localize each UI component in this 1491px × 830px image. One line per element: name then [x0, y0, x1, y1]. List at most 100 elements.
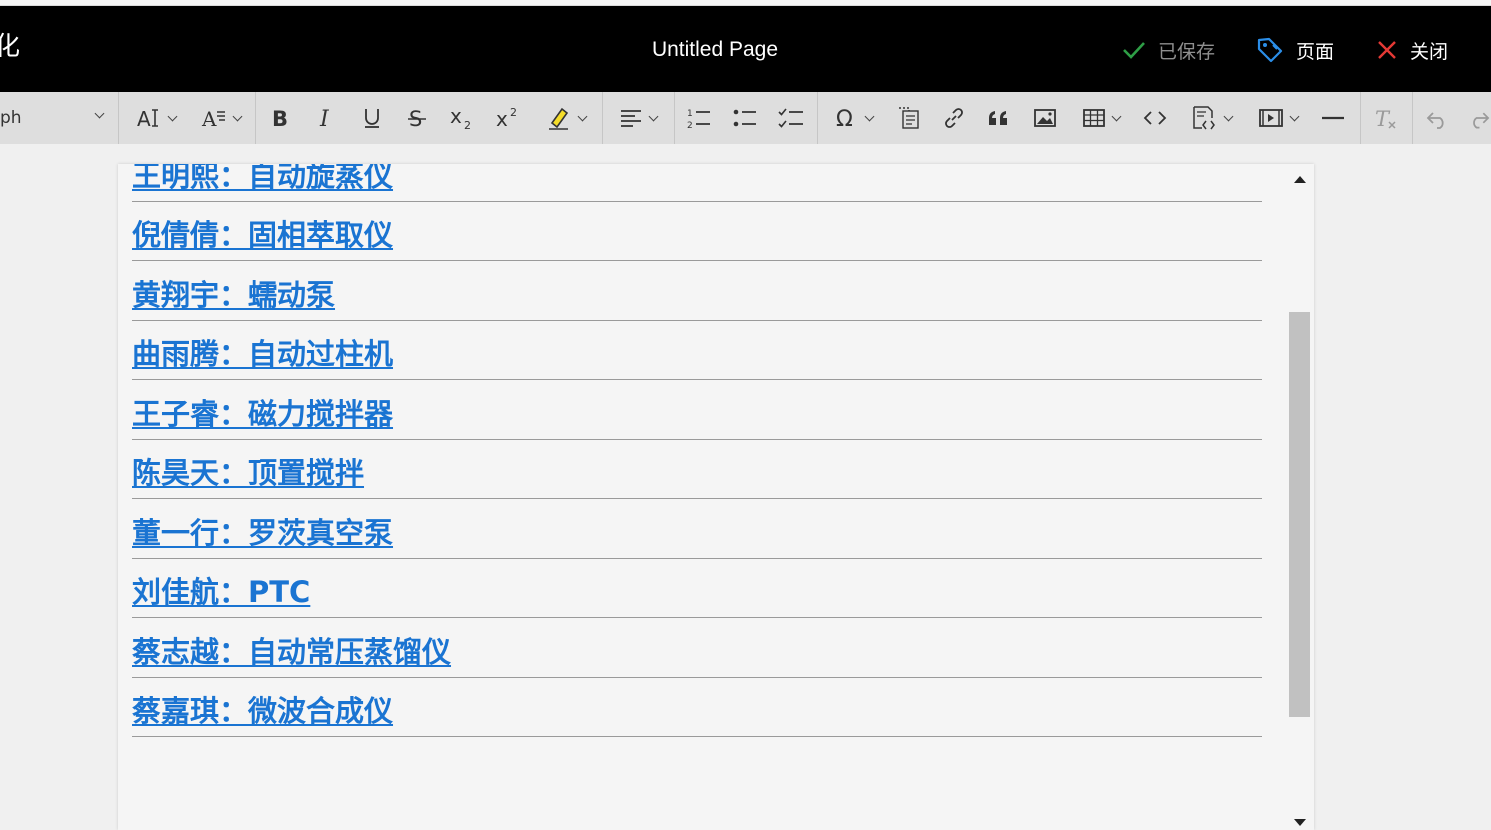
- bold-icon: B: [272, 107, 288, 130]
- scroll-down-arrow-icon[interactable]: [1294, 819, 1306, 826]
- subscript-button[interactable]: x2: [446, 92, 480, 144]
- saved-label: 已保存: [1158, 40, 1216, 63]
- todo-list-button[interactable]: [774, 92, 808, 144]
- document-link[interactable]: 曲雨腾：自动过柱机: [132, 331, 393, 373]
- align-button[interactable]: [610, 92, 666, 144]
- svg-text:x: x: [496, 107, 508, 131]
- superscript-button[interactable]: x2: [492, 92, 526, 144]
- font-family-button[interactable]: A: [194, 92, 248, 144]
- link-icon: [945, 108, 963, 128]
- list-item: 王子睿：磁力搅拌器: [132, 380, 1262, 440]
- list-item: 曲雨腾：自动过柱机: [132, 321, 1262, 380]
- editor-toolbar: ph A A B I S x2 x2 12 Ω T: [0, 92, 1491, 144]
- document-link[interactable]: 倪倩倩：固相萃取仪: [132, 212, 393, 254]
- align-icon: [621, 110, 641, 127]
- list-item: 刘佳航：PTC: [132, 559, 1262, 618]
- blockquote-icon: [989, 111, 1007, 125]
- link-button[interactable]: [937, 92, 971, 144]
- svg-text:I: I: [319, 107, 330, 130]
- paste-from-office-button[interactable]: [892, 92, 926, 144]
- document-link[interactable]: 蔡嘉琪：微波合成仪: [132, 688, 393, 730]
- numbered-list-button[interactable]: 12: [682, 92, 716, 144]
- chevron-down-icon: [1111, 111, 1122, 121]
- media-embed-icon: [1259, 109, 1283, 127]
- list-item: 倪倩倩：固相萃取仪: [132, 202, 1262, 261]
- source-editing-button[interactable]: [1182, 92, 1240, 144]
- superscript-icon: x2: [496, 106, 517, 131]
- svg-text:x: x: [450, 105, 462, 128]
- heading-dropdown[interactable]: ph: [0, 92, 118, 144]
- chevron-down-icon: [1223, 111, 1234, 121]
- remove-format-button[interactable]: T: [1368, 92, 1404, 144]
- table-button[interactable]: [1073, 92, 1129, 144]
- svg-text:2: 2: [464, 119, 471, 131]
- close-button[interactable]: 关闭: [1376, 36, 1448, 64]
- document-link[interactable]: 王明熙：自动旋蒸仪: [132, 164, 393, 195]
- svg-text:A: A: [201, 107, 217, 130]
- font-family-icon: A: [201, 107, 225, 130]
- horizontal-line-icon: [1322, 116, 1344, 120]
- document-link[interactable]: 董一行：罗茨真空泵: [132, 510, 393, 552]
- document-link[interactable]: 刘佳航：PTC: [132, 569, 310, 611]
- toolbar-separator: [1360, 92, 1361, 144]
- undo-icon: [1426, 112, 1444, 129]
- scroll-up-arrow-icon[interactable]: [1294, 176, 1306, 183]
- remove-format-icon: T: [1375, 107, 1396, 131]
- chevron-down-icon: [864, 111, 875, 121]
- chevron-down-icon: [94, 108, 105, 119]
- image-button[interactable]: [1028, 92, 1062, 144]
- source-editing-icon: [1193, 106, 1215, 130]
- scrollbar-thumb[interactable]: [1289, 312, 1310, 717]
- list-item: 蔡志越：自动常压蒸馏仪: [132, 618, 1262, 678]
- toolbar-separator: [118, 92, 119, 144]
- document-link[interactable]: 王子睿：磁力搅拌器: [132, 391, 393, 433]
- page-title: Untitled Page: [651, 38, 779, 61]
- media-embed-button[interactable]: [1250, 92, 1306, 144]
- toolbar-separator: [1412, 92, 1413, 144]
- editor-content-area[interactable]: 王明熙：自动旋蒸仪倪倩倩：固相萃取仪 黄翔宇：蠕动泵曲雨腾：自动过柱机 王子睿：磁力…: [118, 164, 1314, 830]
- list-item: 董一行：罗茨真空泵: [132, 499, 1262, 559]
- image-icon: [1034, 109, 1056, 127]
- document-link[interactable]: 蔡志越：自动常压蒸馏仪: [132, 629, 451, 671]
- code-button[interactable]: [1138, 92, 1172, 144]
- page-button[interactable]: 页面: [1256, 36, 1334, 64]
- font-size-button[interactable]: A: [128, 92, 184, 144]
- strikethrough-icon: S: [408, 107, 426, 130]
- toolbar-separator: [255, 92, 256, 144]
- italic-button[interactable]: I: [309, 92, 343, 144]
- title-bar: 化 Untitled Page 已保存 页面 关闭: [0, 6, 1491, 92]
- document-link[interactable]: 黄翔宇：蠕动泵: [132, 272, 335, 314]
- subscript-icon: x2: [450, 105, 471, 131]
- chevron-down-icon: [648, 111, 659, 121]
- list-item: 蔡嘉琪：微波合成仪: [132, 678, 1262, 737]
- italic-icon: I: [319, 107, 330, 130]
- document-link[interactable]: 陈昊天：顶置搅拌: [132, 450, 364, 492]
- svg-text:Ω: Ω: [836, 107, 853, 130]
- redo-button[interactable]: [1466, 92, 1491, 144]
- underline-button[interactable]: [355, 92, 389, 144]
- bulleted-list-icon: [733, 109, 756, 127]
- link-list: 王明熙：自动旋蒸仪倪倩倩：固相萃取仪 黄翔宇：蠕动泵曲雨腾：自动过柱机 王子睿：磁力…: [132, 164, 1262, 737]
- highlight-button[interactable]: [538, 92, 594, 144]
- page-button-label: 页面: [1296, 40, 1335, 63]
- strikethrough-button[interactable]: S: [400, 92, 434, 144]
- horizontal-line-button[interactable]: [1316, 92, 1350, 144]
- todo-list-icon: [778, 108, 803, 128]
- svg-text:1: 1: [687, 109, 693, 119]
- bulleted-list-button[interactable]: [728, 92, 762, 144]
- code-icon: [1143, 111, 1167, 125]
- chevron-down-icon: [167, 111, 178, 121]
- check-icon: [1123, 42, 1145, 59]
- chevron-down-icon: [232, 111, 243, 121]
- special-characters-button[interactable]: Ω: [826, 92, 882, 144]
- special-characters-icon: Ω: [836, 107, 853, 130]
- list-item: 黄翔宇：蠕动泵: [132, 261, 1262, 321]
- tag-icon: [1257, 37, 1283, 63]
- paste-from-office-icon: [899, 107, 919, 129]
- bold-button[interactable]: B: [264, 92, 298, 144]
- heading-dropdown-value: ph: [0, 108, 22, 128]
- svg-text:2: 2: [687, 121, 693, 130]
- undo-button[interactable]: [1420, 92, 1456, 144]
- svg-text:B: B: [272, 107, 288, 130]
- blockquote-button[interactable]: [982, 92, 1016, 144]
